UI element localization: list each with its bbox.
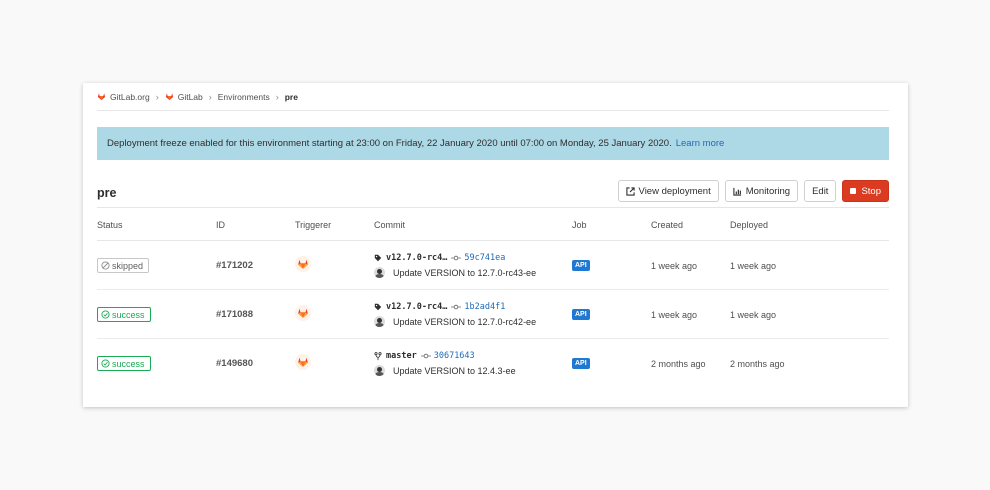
table-header: Status ID Triggerer Commit Job Created D… xyxy=(97,208,889,241)
view-deployment-button[interactable]: View deployment xyxy=(617,180,719,202)
table-row: success #171088 v12.7.0-rc4… 1b2ad4f1 Up… xyxy=(97,290,889,339)
gitlab-logo-icon xyxy=(165,93,173,101)
gitlab-logo-icon xyxy=(298,308,308,318)
column-header-triggerer: Triggerer xyxy=(295,220,332,230)
column-header-commit: Commit xyxy=(374,220,405,230)
deployment-id: #171202 xyxy=(216,260,253,271)
status-label: skipped xyxy=(112,260,144,271)
status-skipped-icon xyxy=(101,261,110,270)
status-label: success xyxy=(112,309,145,320)
commit-sha-link[interactable]: 59c741ea xyxy=(464,253,505,263)
breadcrumb-separator: › xyxy=(155,91,159,102)
status-badge[interactable]: success xyxy=(97,307,151,322)
commit-icon xyxy=(451,304,462,310)
commit-message-line: Update VERSION to 12.4.3-ee xyxy=(374,365,516,376)
column-header-created: Created xyxy=(651,220,684,230)
gitlab-logo-icon xyxy=(298,259,308,269)
table-row: success #149680 master 30671643 Update V… xyxy=(97,339,889,388)
status-success-icon xyxy=(101,310,110,319)
breadcrumb-separator: › xyxy=(275,91,279,102)
button-label: View deployment xyxy=(638,185,711,197)
commit-ref[interactable]: v12.7.0-rc4… xyxy=(386,302,447,312)
breadcrumb-label: GitLab xyxy=(177,91,203,102)
tag-icon xyxy=(374,303,382,311)
commit-message-line: Update VERSION to 12.7.0-rc43-ee xyxy=(374,267,536,278)
monitoring-button[interactable]: Monitoring xyxy=(724,180,799,202)
deployment-id: #171088 xyxy=(216,309,253,320)
commit-message[interactable]: Update VERSION to 12.7.0-rc43-ee xyxy=(393,268,536,278)
created-time: 2 months ago xyxy=(651,359,706,369)
column-header-id: ID xyxy=(216,220,225,230)
commit-message-line: Update VERSION to 12.7.0-rc42-ee xyxy=(374,316,536,327)
breadcrumb-item-current[interactable]: pre xyxy=(285,92,298,102)
deployment-id: #149680 xyxy=(216,358,253,369)
column-header-job: Job xyxy=(572,220,587,230)
commit-ref-line: v12.7.0-rc4… 59c741ea xyxy=(374,253,505,263)
environment-actions: View deployment Monitoring Edit Stop xyxy=(617,180,889,202)
branch-icon xyxy=(374,351,382,360)
created-time: 1 week ago xyxy=(651,261,698,271)
commit-icon xyxy=(451,255,462,261)
tag-icon xyxy=(374,254,382,262)
status-badge[interactable]: success xyxy=(97,356,151,371)
triggerer-avatar[interactable] xyxy=(295,256,311,272)
deployment-freeze-alert: Deployment freeze enabled for this envir… xyxy=(97,127,889,160)
author-avatar[interactable] xyxy=(374,365,385,376)
commit-ref-line: v12.7.0-rc4… 1b2ad4f1 xyxy=(374,302,505,312)
commit-ref-line: master 30671643 xyxy=(374,351,475,361)
button-label: Monitoring xyxy=(745,185,791,197)
deployed-time: 1 week ago xyxy=(730,310,777,320)
gitlab-logo-icon xyxy=(97,93,106,101)
triggerer-avatar[interactable] xyxy=(295,305,311,321)
breadcrumb: GitLab.org › GitLab › Environments › pre xyxy=(97,83,889,111)
learn-more-link[interactable]: Learn more xyxy=(676,138,725,149)
commit-sha-link[interactable]: 1b2ad4f1 xyxy=(464,302,505,312)
stop-button[interactable]: Stop xyxy=(842,180,889,202)
job-badge[interactable]: API xyxy=(572,309,590,320)
button-label: Stop xyxy=(861,185,881,197)
deployed-time: 2 months ago xyxy=(730,359,785,369)
table-row: skipped #171202 v12.7.0-rc4… 59c741ea Up… xyxy=(97,241,889,290)
commit-message[interactable]: Update VERSION to 12.7.0-rc42-ee xyxy=(393,317,536,327)
breadcrumb-item-group[interactable]: GitLab.org xyxy=(97,92,150,102)
commit-ref[interactable]: v12.7.0-rc4… xyxy=(386,253,447,263)
breadcrumb-label: GitLab.org xyxy=(110,91,150,102)
chart-icon xyxy=(733,187,741,196)
column-header-status: Status xyxy=(97,220,123,230)
commit-ref[interactable]: master xyxy=(386,351,417,361)
column-header-deployed: Deployed xyxy=(730,220,769,230)
gitlab-logo-icon xyxy=(298,357,308,367)
alert-text: Deployment freeze enabled for this envir… xyxy=(107,138,672,149)
breadcrumb-item-environments[interactable]: Environments xyxy=(218,92,270,102)
triggerer-avatar[interactable] xyxy=(295,354,311,370)
commit-icon xyxy=(420,353,431,359)
created-time: 1 week ago xyxy=(651,310,698,320)
status-success-icon xyxy=(101,359,110,368)
environment-header: pre View deployment Monitoring Edit Stop xyxy=(97,178,889,208)
author-avatar[interactable] xyxy=(374,267,385,278)
commit-message[interactable]: Update VERSION to 12.4.3-ee xyxy=(393,366,516,376)
commit-sha-link[interactable]: 30671643 xyxy=(434,351,475,361)
page-title: pre xyxy=(97,186,117,200)
edit-button[interactable]: Edit xyxy=(804,180,837,202)
external-link-icon xyxy=(625,186,635,196)
status-badge[interactable]: skipped xyxy=(97,258,150,273)
author-avatar[interactable] xyxy=(374,316,385,327)
environment-card: GitLab.org › GitLab › Environments › pre… xyxy=(83,83,908,407)
stop-icon xyxy=(850,188,857,194)
deployed-time: 1 week ago xyxy=(730,261,777,271)
status-label: success xyxy=(112,358,145,369)
job-badge[interactable]: API xyxy=(572,260,590,271)
job-badge[interactable]: API xyxy=(572,358,590,369)
breadcrumb-separator: › xyxy=(208,91,212,102)
breadcrumb-item-project[interactable]: GitLab xyxy=(165,92,203,102)
